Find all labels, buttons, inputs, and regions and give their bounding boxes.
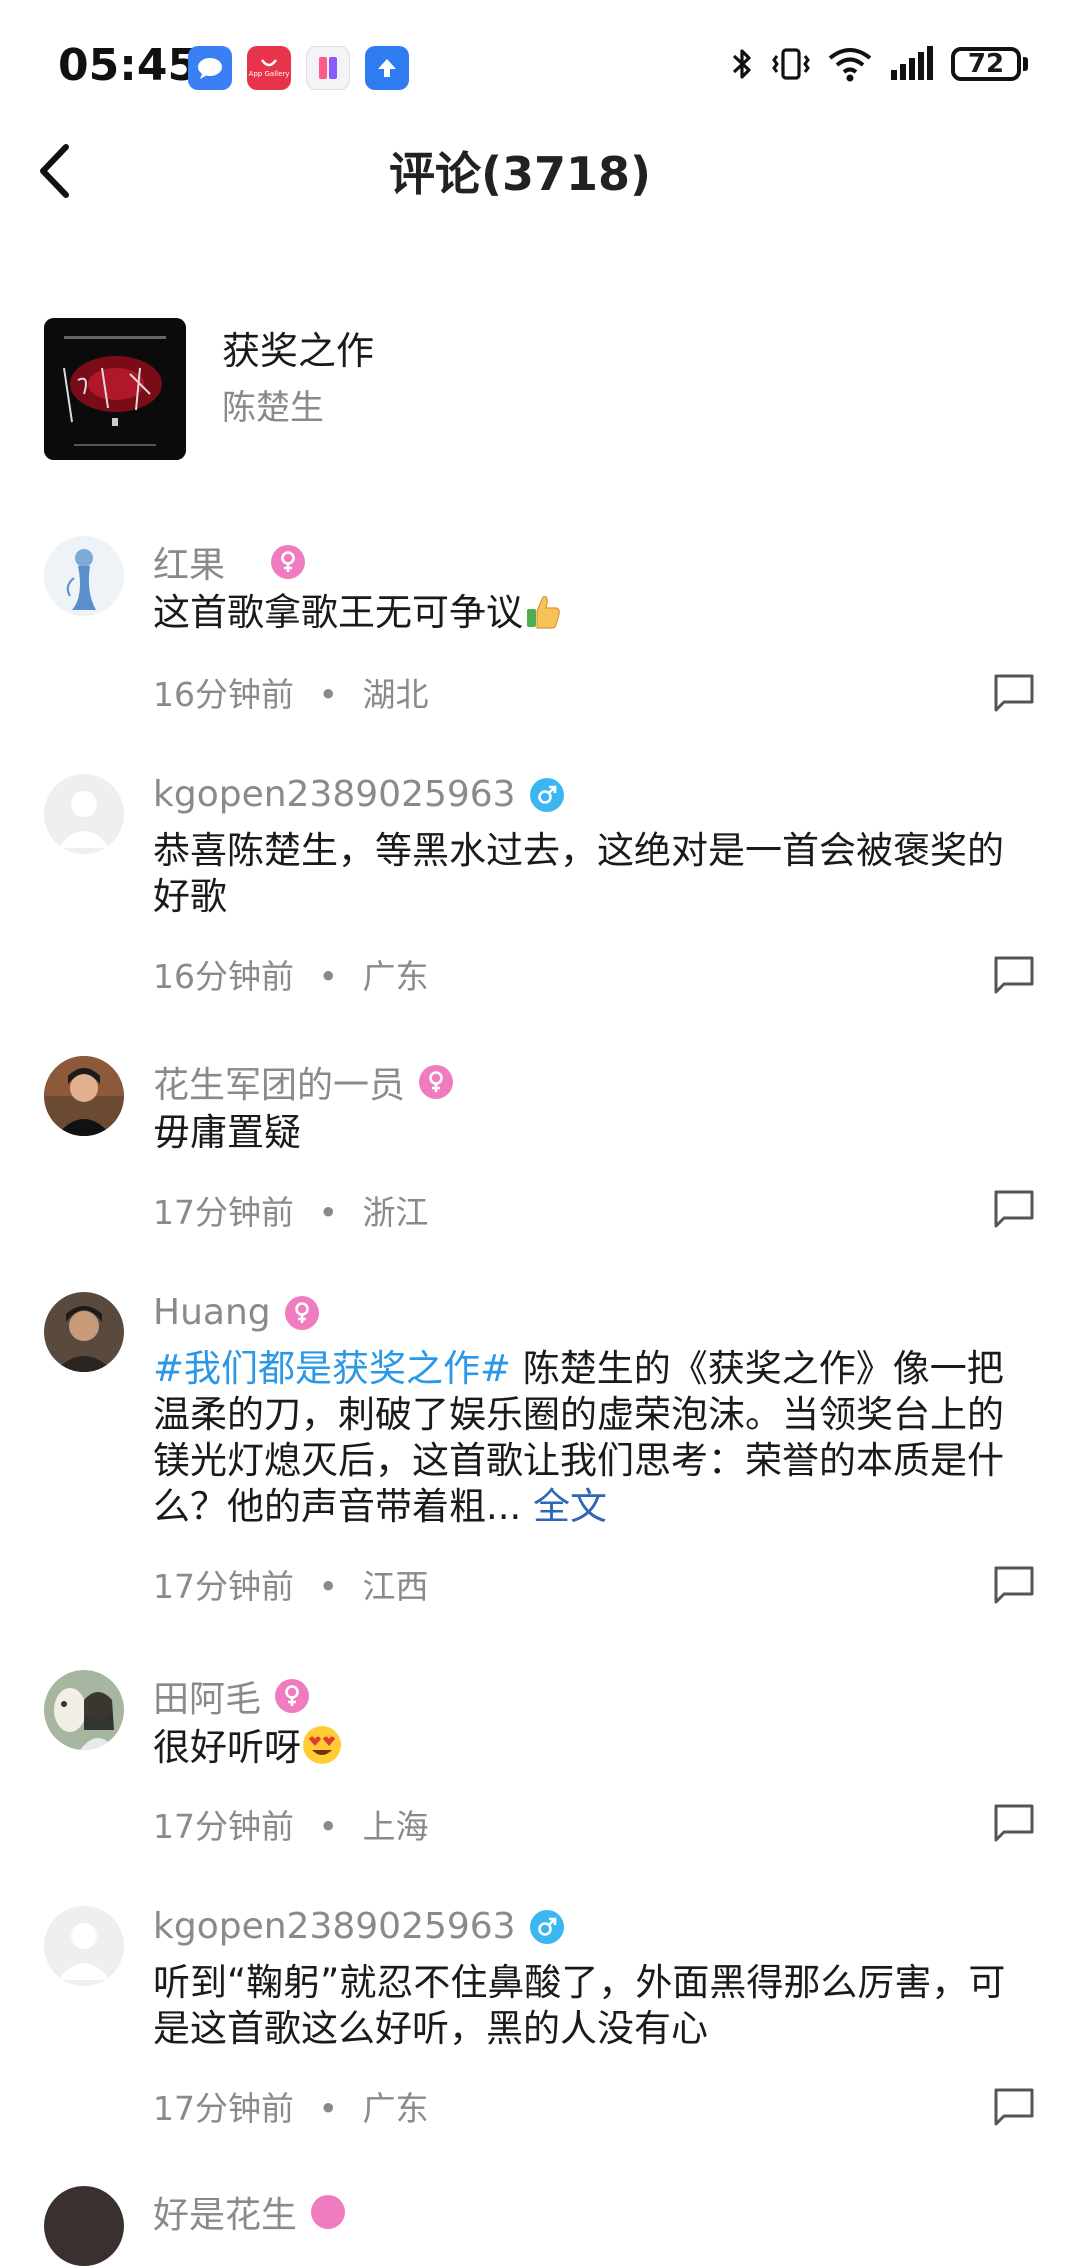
- comment-text: 很好听呀: [153, 1724, 1033, 1777]
- system-icons: 72: [729, 46, 1028, 82]
- username[interactable]: kgopen2389025963: [153, 1906, 564, 1947]
- comment-location: 浙江: [362, 1193, 429, 1232]
- bluetooth-icon: [732, 49, 751, 79]
- female-icon: [284, 1295, 319, 1330]
- comment-text: #我们都是获奖之作# 陈楚生的《获奖之作》像一把温柔的刀，刺破了娱乐圈的虚荣泡沫…: [153, 1347, 1004, 1528]
- status-bar: 05:45 App Gallery 72: [0, 0, 1080, 140]
- comment-meta: 17分钟前 • 广东: [153, 2089, 429, 2128]
- username[interactable]: 红果: [153, 536, 306, 588]
- comment-time: 17分钟前: [153, 2089, 294, 2128]
- avatar[interactable]: [44, 1292, 124, 1372]
- username-text: 好是花生: [153, 2195, 298, 2236]
- comment-text: 听到“鞠躬”就忍不住鼻酸了，外面黑得那么厉害，可是这首歌这么好听，黑的人没有心: [153, 1961, 1006, 2050]
- reply-button[interactable]: [992, 670, 1036, 714]
- app-gallery-label: App Gallery: [248, 69, 290, 78]
- username-text: Huang: [153, 1292, 271, 1333]
- female-icon: [275, 1679, 310, 1713]
- comment-meta: 17分钟前 • 上海: [153, 1807, 429, 1846]
- comment-icon: [994, 956, 1034, 994]
- battery-level: 72: [951, 47, 1021, 81]
- topic-link[interactable]: #我们都是获奖之作#: [153, 1347, 511, 1390]
- comment-meta: 17分钟前 • 浙江: [153, 1193, 429, 1232]
- comment-location: 江西: [362, 1567, 429, 1606]
- song-artist: 陈楚生: [222, 388, 324, 428]
- comment-time: 17分钟前: [153, 1807, 294, 1846]
- male-icon: [529, 777, 564, 812]
- app-icon: [306, 46, 350, 90]
- comment-icon: [994, 674, 1034, 712]
- reply-button[interactable]: [992, 1800, 1036, 1844]
- username[interactable]: kgopen2389025963: [153, 774, 564, 815]
- avatar[interactable]: [44, 1056, 124, 1136]
- comment-time: 17分钟前: [153, 1193, 294, 1232]
- female-icon: [311, 2195, 346, 2229]
- wifi-icon: [828, 48, 872, 82]
- status-time: 05:45: [58, 40, 199, 91]
- signal-icon: [891, 46, 933, 80]
- comment-time: 17分钟前: [153, 1567, 294, 1606]
- comment-location: 上海: [362, 1807, 429, 1846]
- avatar[interactable]: [44, 536, 124, 616]
- female-icon: [419, 1065, 454, 1099]
- comment-icon: [994, 1190, 1034, 1228]
- username-text: 红果: [153, 545, 226, 586]
- song-card[interactable]: 获奖之作 陈楚生: [44, 318, 1044, 463]
- comment-location: 广东: [362, 957, 429, 996]
- reply-button[interactable]: [992, 2084, 1036, 2128]
- username[interactable]: 好是花生: [153, 2186, 346, 2238]
- username[interactable]: 花生军团的一员: [153, 1056, 454, 1108]
- comment-time: 16分钟前: [153, 957, 294, 996]
- avatar[interactable]: [44, 774, 124, 854]
- notification-icons: App Gallery: [188, 46, 409, 90]
- battery-icon: 72: [951, 47, 1028, 81]
- comment-location: 湖北: [362, 675, 429, 714]
- username[interactable]: 田阿毛: [153, 1670, 310, 1722]
- avatar[interactable]: [44, 2186, 124, 2266]
- comment-time: 16分钟前: [153, 675, 294, 714]
- thumbs-up-icon: [523, 591, 563, 642]
- album-cover: [44, 318, 186, 460]
- song-title: 获奖之作: [222, 329, 375, 373]
- comment-text: 恭喜陈楚生，等黑水过去，这绝对是一首会被褒奖的好歌: [153, 829, 1004, 918]
- vibrate-icon: [772, 48, 810, 80]
- reply-button[interactable]: [992, 952, 1036, 996]
- app-gallery-icon: App Gallery: [247, 46, 291, 90]
- comment-location: 广东: [362, 2089, 429, 2128]
- message-icon: [188, 46, 232, 90]
- reply-button[interactable]: [992, 1562, 1036, 1606]
- comment-text: 毋庸置疑: [153, 1111, 301, 1154]
- avatar[interactable]: [44, 1906, 124, 1986]
- comment-meta: 16分钟前 • 湖北: [153, 675, 429, 714]
- comment-meta: 16分钟前 • 广东: [153, 957, 429, 996]
- comment-text: 这首歌拿歌王无可争议: [153, 590, 1033, 642]
- username-text: 田阿毛: [153, 1679, 262, 1720]
- header: 评论(3718): [0, 130, 1080, 210]
- comment-icon: [994, 1804, 1034, 1842]
- female-icon: [271, 545, 306, 579]
- username-text: 花生军团的一员: [153, 1065, 406, 1106]
- full-text-link[interactable]: 全文: [533, 1485, 607, 1528]
- username-text: kgopen2389025963: [153, 774, 516, 815]
- upload-icon: [365, 46, 409, 90]
- comment-meta: 17分钟前 • 江西: [153, 1567, 429, 1606]
- male-icon: [529, 1909, 564, 1944]
- comment-icon: [994, 1566, 1034, 1604]
- avatar[interactable]: [44, 1670, 124, 1750]
- username-text: kgopen2389025963: [153, 1906, 516, 1947]
- username[interactable]: Huang: [153, 1292, 319, 1333]
- comment-icon: [994, 2088, 1034, 2126]
- heart-eyes-icon: [301, 1724, 343, 1777]
- reply-button[interactable]: [992, 1186, 1036, 1230]
- page-title: 评论(3718): [388, 147, 652, 201]
